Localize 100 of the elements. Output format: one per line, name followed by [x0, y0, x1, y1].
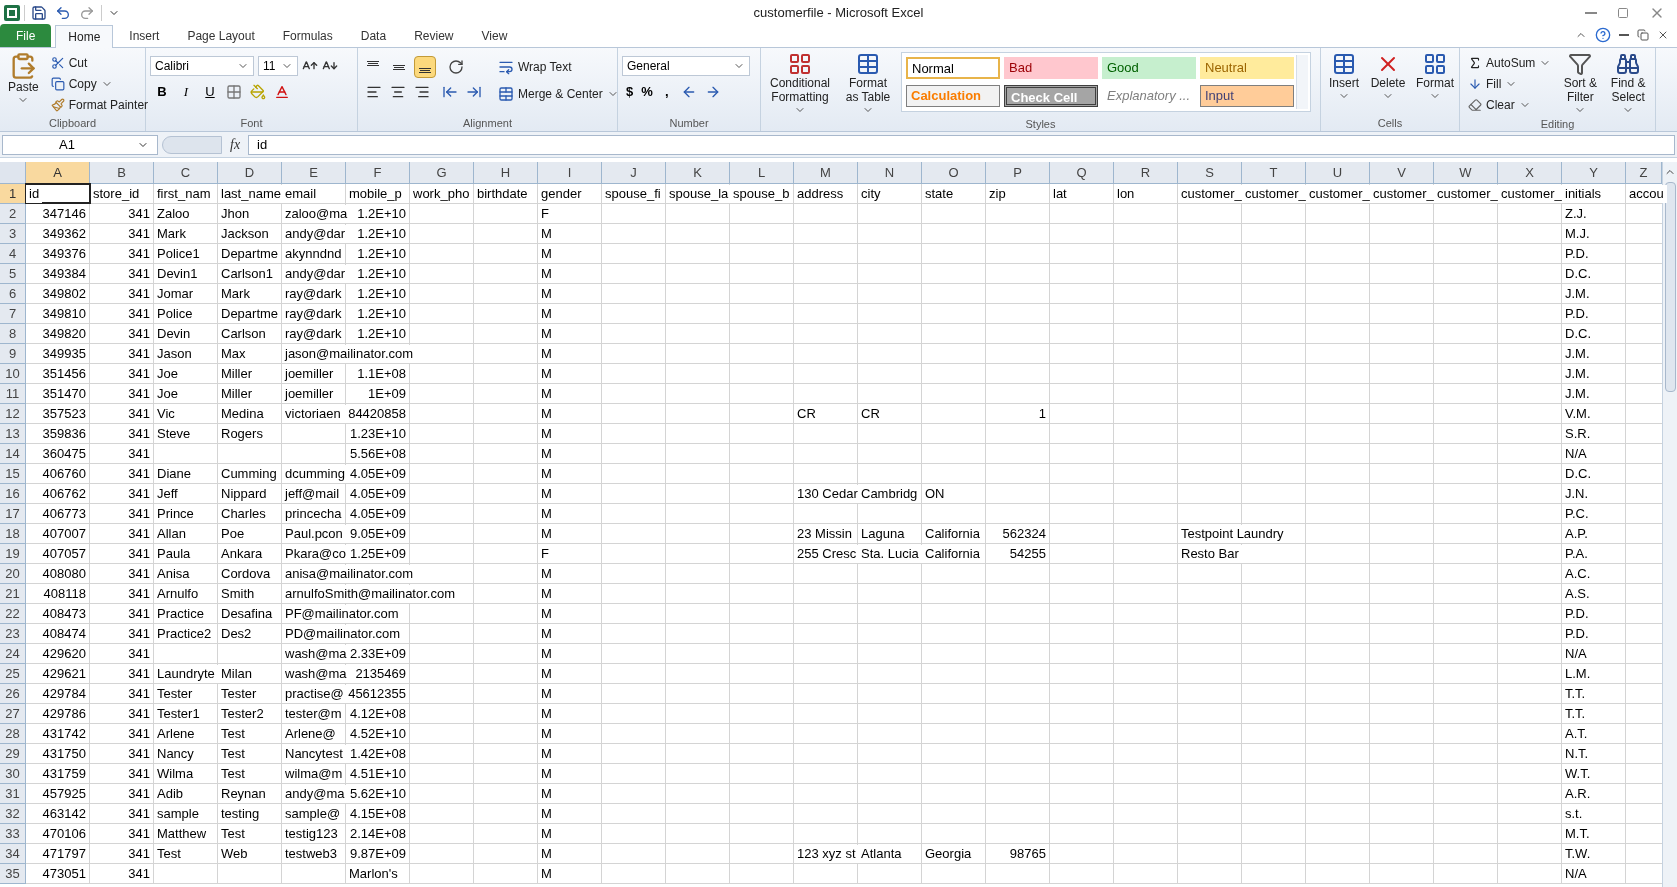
row-header[interactable]: 15: [0, 464, 26, 484]
format-as-table-button[interactable]: Format as Table: [839, 52, 897, 116]
row-header[interactable]: 23: [0, 624, 26, 644]
column-header[interactable]: T: [1242, 162, 1306, 184]
conditional-formatting-button[interactable]: Conditional Formatting: [765, 52, 835, 116]
column-header[interactable]: E: [282, 162, 346, 184]
sort-filter-button[interactable]: Sort & Filter: [1559, 52, 1602, 116]
percent-button[interactable]: %: [641, 82, 653, 102]
fill-color-button[interactable]: [250, 83, 266, 100]
italic-button[interactable]: I: [178, 82, 194, 102]
merge-center-button[interactable]: Merge & Center: [494, 83, 623, 104]
column-header[interactable]: O: [922, 162, 986, 184]
align-center-button[interactable]: [390, 84, 406, 100]
row-header[interactable]: 10: [0, 364, 26, 384]
row-header[interactable]: 34: [0, 844, 26, 864]
row-header[interactable]: 20: [0, 564, 26, 584]
paste-button[interactable]: Paste: [4, 52, 43, 106]
row-header[interactable]: 24: [0, 644, 26, 664]
scroll-thumb[interactable]: [1664, 182, 1676, 392]
align-left-button[interactable]: [366, 84, 382, 100]
delete-button[interactable]: Delete: [1367, 52, 1409, 102]
insert-function-label[interactable]: fx: [226, 134, 245, 155]
row-header[interactable]: 12: [0, 404, 26, 424]
file-tab[interactable]: File: [0, 24, 52, 47]
cell-style-item[interactable]: Input: [1200, 85, 1294, 107]
fill-button[interactable]: Fill: [1464, 73, 1556, 94]
row-header[interactable]: 25: [0, 664, 26, 684]
row-header[interactable]: 21: [0, 584, 26, 604]
row-header[interactable]: 33: [0, 824, 26, 844]
decrease-indent-button[interactable]: [442, 84, 458, 100]
orientation-button[interactable]: [448, 59, 464, 75]
row-header[interactable]: 29: [0, 744, 26, 764]
row-header[interactable]: 17: [0, 504, 26, 524]
column-header[interactable]: W: [1434, 162, 1498, 184]
column-header[interactable]: M: [794, 162, 858, 184]
find-select-button[interactable]: Find & Select: [1605, 52, 1651, 116]
row-header[interactable]: 32: [0, 804, 26, 824]
formula-bar-handle[interactable]: [162, 135, 222, 154]
number-format-dropdown[interactable]: General: [622, 56, 750, 76]
row-header[interactable]: 11: [0, 384, 26, 404]
font-family-dropdown[interactable]: Calibri: [150, 56, 254, 76]
column-header[interactable]: D: [218, 162, 282, 184]
comma-button[interactable]: ,: [660, 82, 673, 102]
column-header[interactable]: J: [602, 162, 666, 184]
column-header[interactable]: I: [538, 162, 602, 184]
column-header[interactable]: G: [410, 162, 474, 184]
row-header[interactable]: 16: [0, 484, 26, 504]
row-header[interactable]: 22: [0, 604, 26, 624]
row-header[interactable]: 9: [0, 344, 26, 364]
font-color-button[interactable]: [274, 83, 290, 100]
row-header[interactable]: 2: [0, 204, 26, 224]
clear-button[interactable]: Clear: [1464, 94, 1556, 115]
row-header[interactable]: 7: [0, 304, 26, 324]
column-header[interactable]: V: [1370, 162, 1434, 184]
column-header[interactable]: N: [858, 162, 922, 184]
format-button[interactable]: Format: [1413, 52, 1457, 102]
borders-button[interactable]: [226, 83, 242, 100]
cell-style-item[interactable]: Neutral: [1200, 57, 1294, 79]
restore-button[interactable]: [1637, 29, 1649, 41]
row-header[interactable]: 3: [0, 224, 26, 244]
row-header[interactable]: 13: [0, 424, 26, 444]
currency-button[interactable]: $: [626, 82, 634, 102]
column-header[interactable]: K: [666, 162, 730, 184]
column-header[interactable]: B: [90, 162, 154, 184]
help-button[interactable]: [1595, 27, 1611, 43]
ribbon-tab[interactable]: Review: [402, 25, 466, 47]
row-header[interactable]: 1: [0, 184, 26, 204]
row-header[interactable]: 35: [0, 864, 26, 884]
ribbon-tab[interactable]: Formulas: [270, 25, 345, 47]
cell-style-item[interactable]: Bad: [1004, 57, 1098, 79]
format-painter-button[interactable]: Format Painter: [46, 94, 153, 115]
ribbon-tab[interactable]: View: [469, 25, 520, 47]
bold-button[interactable]: B: [154, 82, 170, 102]
column-header[interactable]: Z: [1626, 162, 1662, 184]
row-header[interactable]: 4: [0, 244, 26, 264]
underline-button[interactable]: U: [202, 82, 218, 102]
row-header[interactable]: 26: [0, 684, 26, 704]
maximize-button[interactable]: [1617, 6, 1629, 19]
wrap-text-button[interactable]: Wrap Text: [494, 56, 623, 77]
column-header[interactable]: X: [1498, 162, 1562, 184]
cut-button[interactable]: Cut: [46, 52, 153, 73]
cell-style-item[interactable]: Good: [1102, 57, 1196, 79]
row-header[interactable]: 8: [0, 324, 26, 344]
row-header[interactable]: 28: [0, 724, 26, 744]
row-header[interactable]: 31: [0, 784, 26, 804]
ribbon-tab[interactable]: Page Layout: [175, 25, 267, 47]
ribbon-tab[interactable]: Insert: [117, 25, 172, 47]
align-right-button[interactable]: [414, 84, 430, 100]
column-header[interactable]: H: [474, 162, 538, 184]
row-header[interactable]: 30: [0, 764, 26, 784]
row-header[interactable]: 19: [0, 544, 26, 564]
formula-input[interactable]: id: [248, 134, 1675, 155]
copy-button[interactable]: Copy: [46, 73, 153, 94]
column-header[interactable]: Q: [1050, 162, 1114, 184]
font-size-dropdown[interactable]: 11: [258, 56, 298, 76]
column-header[interactable]: L: [730, 162, 794, 184]
name-box[interactable]: A1: [2, 134, 158, 155]
row-header[interactable]: 5: [0, 264, 26, 284]
close-button[interactable]: [1657, 29, 1669, 41]
insert-button[interactable]: Insert: [1325, 52, 1363, 102]
